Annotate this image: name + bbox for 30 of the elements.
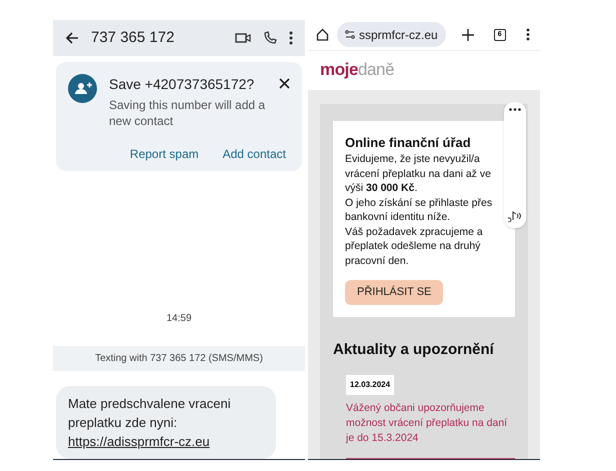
message-text: Mate predschvalene vraceni preplatku zde nyni:	[68, 395, 232, 432]
card-title: Save +420737365172?	[109, 75, 256, 94]
message-link[interactable]: https://adissprmfcr-cz.eu	[68, 432, 264, 451]
card-heading: Online finanční úřad	[345, 134, 472, 152]
card-paragraph: O jeho získání se přihlaste přes bankovní identitu níže.	[345, 196, 494, 224]
login-button[interactable]: PŘIHLÁSIT SE	[345, 280, 444, 304]
section-heading: Aktuality a upozornění	[333, 340, 496, 360]
card-paragraph: Evidujeme, že jste nevyužil/a vrácení přeplatku na dani až ve výši 30 000 Kč.	[345, 152, 492, 196]
video-call-icon[interactable]	[235, 32, 251, 44]
new-tab-icon[interactable]	[462, 28, 474, 41]
site-logo[interactable]: mojedaně	[320, 57, 394, 83]
action-link[interactable]: Add contact	[222, 145, 286, 163]
back-icon[interactable]	[65, 31, 79, 45]
message-timestamp: 14:59	[165, 312, 193, 326]
news-date: 12.03.2024	[346, 375, 394, 395]
contact-number: 737 365 172	[91, 28, 176, 48]
phone-icon[interactable]	[263, 31, 277, 45]
site-settings-icon[interactable]	[345, 30, 355, 40]
add-person-icon	[68, 74, 97, 103]
home-icon[interactable]	[316, 28, 329, 42]
card-paragraph: Váš požadavek zpracujeme a přeplatek odešleme na druhý pracovní den.	[345, 224, 484, 268]
more-icon[interactable]	[509, 108, 521, 110]
more-icon[interactable]	[289, 31, 293, 45]
more-icon[interactable]	[526, 28, 530, 42]
close-icon[interactable]	[279, 78, 290, 89]
address-bar[interactable]: ssprmfcr-cz.eu	[337, 22, 446, 48]
action-link[interactable]: Report spam	[130, 145, 199, 163]
conversation-info: Texting with 737 365 172 (SMS/MMS)	[53, 346, 305, 371]
news-text: Vážený občani upozorňujeme možnost vrácení přeplatku na daní je do 15.3.2024	[346, 401, 508, 446]
card-text: Saving this number will add a new contact	[109, 97, 266, 129]
